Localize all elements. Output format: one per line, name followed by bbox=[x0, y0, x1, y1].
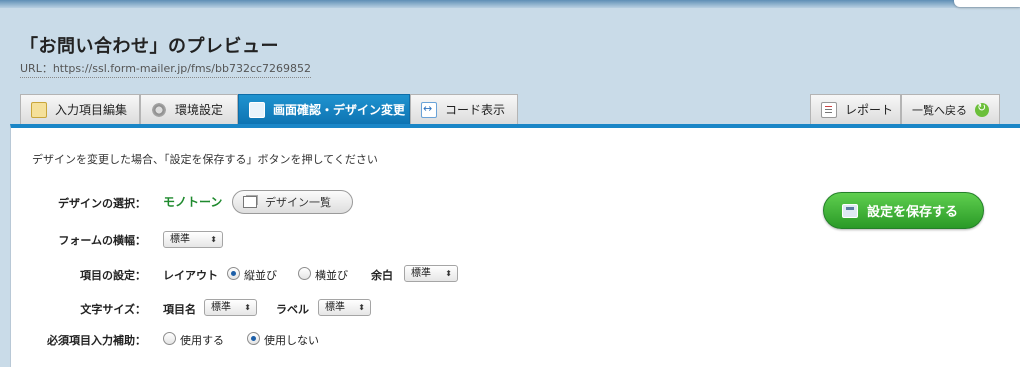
tab-design[interactable]: 画面確認・デザイン変更 bbox=[238, 94, 410, 124]
layout-label: レイアウト bbox=[163, 269, 218, 282]
select-arrow-icon: ⬍ bbox=[244, 303, 251, 312]
back-label: 一覧へ戻る bbox=[912, 103, 967, 117]
label-size-select[interactable]: 標準 ⬍ bbox=[318, 299, 371, 316]
select-arrow-icon: ⬍ bbox=[445, 269, 452, 278]
form-width-value: 標準 bbox=[170, 234, 190, 245]
list-icon bbox=[243, 196, 257, 208]
report-label: レポート bbox=[845, 103, 894, 117]
page-title: 「お問い合わせ」のプレビュー bbox=[20, 36, 279, 57]
top-bar bbox=[0, 0, 1020, 8]
layout-vertical-radio[interactable] bbox=[227, 267, 240, 280]
layout-horizontal-radio[interactable] bbox=[298, 267, 311, 280]
item-settings-label: 項目の設定： bbox=[80, 269, 146, 282]
tab-label: コード表示 bbox=[445, 103, 506, 117]
design-current-value: モノトーン bbox=[163, 195, 223, 209]
screen-icon bbox=[249, 101, 265, 118]
tab-environment[interactable]: 環境設定 bbox=[140, 94, 238, 124]
tab-label: 画面確認・デザイン変更 bbox=[273, 103, 406, 117]
tab-code[interactable]: コード表示 bbox=[410, 94, 518, 124]
margin-value: 標準 bbox=[411, 268, 431, 279]
back-arrow-icon bbox=[975, 101, 989, 117]
save-settings-label: 設定を保存する bbox=[867, 205, 959, 220]
label-size-label: ラベル bbox=[276, 303, 309, 316]
save-icon bbox=[842, 203, 858, 218]
required-assist-not-use-radio[interactable] bbox=[247, 332, 260, 345]
item-name-label: 項目名 bbox=[163, 303, 196, 316]
required-assist-use-label: 使用する bbox=[180, 334, 224, 347]
tab-input-items[interactable]: 入力項目編集 bbox=[20, 94, 140, 124]
design-list-button[interactable]: デザイン一覧 bbox=[232, 190, 353, 214]
select-arrow-icon: ⬍ bbox=[210, 235, 217, 244]
report-button[interactable]: レポート bbox=[810, 94, 901, 124]
required-assist-not-use-label: 使用しない bbox=[264, 334, 319, 347]
code-icon bbox=[421, 101, 437, 118]
font-size-label: 文字サイズ： bbox=[80, 303, 146, 316]
design-list-label: デザイン一覧 bbox=[265, 196, 331, 209]
layout-vertical-label: 縦並び bbox=[244, 269, 277, 282]
gear-icon bbox=[151, 101, 167, 118]
item-name-size-value: 標準 bbox=[211, 302, 231, 313]
select-arrow-icon: ⬍ bbox=[358, 303, 365, 312]
label-size-value: 標準 bbox=[325, 302, 345, 313]
form-width-select[interactable]: 標準 ⬍ bbox=[163, 231, 223, 248]
margin-select[interactable]: 標準 ⬍ bbox=[404, 265, 458, 282]
tab-label: 入力項目編集 bbox=[55, 103, 128, 117]
save-settings-button[interactable]: 設定を保存する bbox=[823, 192, 984, 229]
item-name-size-select[interactable]: 標準 ⬍ bbox=[204, 299, 257, 316]
layout-horizontal-label: 横並び bbox=[315, 269, 348, 282]
report-icon bbox=[821, 101, 837, 118]
required-assist-label: 必須項目入力補助： bbox=[47, 334, 146, 347]
tab-label: 環境設定 bbox=[175, 103, 224, 117]
top-right-widget bbox=[954, 0, 1020, 7]
margin-label: 余白 bbox=[371, 269, 393, 282]
form-url[interactable]: URL：https://ssl.form-mailer.jp/fms/bb732… bbox=[20, 60, 312, 78]
design-select-label: デザインの選択： bbox=[58, 197, 146, 210]
required-assist-use-radio[interactable] bbox=[163, 332, 176, 345]
notice-text: デザインを変更した場合、「設定を保存する」ボタンを押してください bbox=[32, 153, 378, 166]
edit-icon bbox=[31, 101, 47, 118]
back-to-list-button[interactable]: 一覧へ戻る bbox=[901, 94, 1000, 124]
form-width-label: フォームの横幅： bbox=[58, 234, 146, 247]
